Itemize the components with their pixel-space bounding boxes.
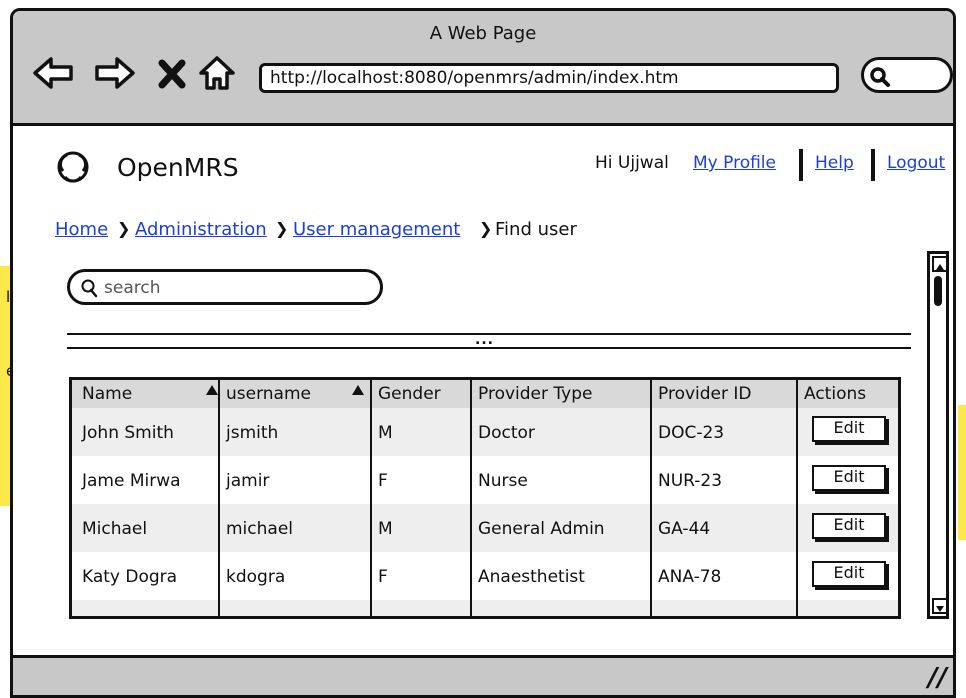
chevron-right-icon: ❯ xyxy=(117,219,131,238)
divider-line xyxy=(67,347,911,349)
table-header-row: Name username Gender Provider Type Provi… xyxy=(72,380,898,408)
splitter-handle[interactable]: ... xyxy=(475,332,494,348)
column-header-provider-id[interactable]: Provider ID xyxy=(658,386,752,403)
column-divider xyxy=(218,380,220,616)
table-row: John Smith jsmith M Doctor DOC-23 Edit xyxy=(72,408,898,456)
column-divider xyxy=(650,380,652,616)
table-row-partial xyxy=(72,600,898,616)
cell-gender: F xyxy=(378,567,388,587)
browser-window: A Web Page http://localhost:8080/openmrs… xyxy=(10,8,956,698)
column-header-gender[interactable]: Gender xyxy=(378,386,441,403)
address-bar[interactable]: http://localhost:8080/openmrs/admin/inde… xyxy=(259,63,839,93)
cell-gender: F xyxy=(378,471,388,491)
cell-provider-id: NUR-23 xyxy=(658,471,723,491)
sort-asc-icon[interactable] xyxy=(352,385,364,395)
column-divider xyxy=(470,380,472,616)
forward-arrow-icon[interactable] xyxy=(93,53,135,93)
window-title: A Web Page xyxy=(429,23,537,44)
cell-username: kdogra xyxy=(226,567,286,587)
breadcrumb-home[interactable]: Home xyxy=(55,219,108,240)
cell-username: jamir xyxy=(226,471,270,491)
scroll-up-button[interactable] xyxy=(932,256,948,272)
help-link[interactable]: Help xyxy=(815,153,854,173)
sort-asc-icon[interactable] xyxy=(206,385,218,395)
user-greeting: Hi Ujjwal xyxy=(595,153,669,173)
vertical-scrollbar[interactable] xyxy=(927,251,949,619)
browser-chrome: A Web Page http://localhost:8080/openmrs… xyxy=(13,11,953,126)
nav-separator xyxy=(799,149,803,181)
cell-name: John Smith xyxy=(82,423,174,443)
cell-provider-type: Anaesthetist xyxy=(478,567,585,587)
column-header-actions: Actions xyxy=(804,384,867,404)
search-icon xyxy=(81,279,98,298)
browser-status-bar: // xyxy=(13,655,953,695)
edit-button[interactable]: Edit xyxy=(812,513,886,539)
cell-provider-type: Nurse xyxy=(478,471,528,491)
openmrs-logo-icon xyxy=(55,149,91,189)
breadcrumb-administration[interactable]: Administration xyxy=(135,219,267,240)
table-row: Michael michael M General Admin GA-44 Ed… xyxy=(72,504,898,552)
browser-search-field[interactable] xyxy=(861,57,953,93)
nav-separator xyxy=(871,149,875,181)
table-row: Katy Dogra kdogra F Anaesthetist ANA-78 … xyxy=(72,552,898,600)
my-profile-link[interactable]: My Profile xyxy=(693,153,776,173)
users-table: Name username Gender Provider Type Provi… xyxy=(69,377,901,619)
back-arrow-icon[interactable] xyxy=(33,53,73,93)
cell-name: Katy Dogra xyxy=(82,567,178,587)
search-icon xyxy=(870,67,890,87)
edit-button[interactable]: Edit xyxy=(812,465,886,491)
cell-provider-type: Doctor xyxy=(478,423,535,443)
column-header-username[interactable]: username xyxy=(226,386,311,403)
cell-username: michael xyxy=(226,519,294,539)
table-row: Jame Mirwa jamir F Nurse NUR-23 Edit xyxy=(72,456,898,504)
edit-button[interactable]: Edit xyxy=(812,416,886,442)
resize-grip-icon[interactable]: // xyxy=(928,663,947,693)
cell-provider-id: GA-44 xyxy=(658,519,711,539)
app-brand-name: OpenMRS xyxy=(117,153,239,182)
sticky-note-right xyxy=(958,405,966,540)
user-search-box[interactable] xyxy=(67,269,383,305)
cell-name: Michael xyxy=(82,519,148,539)
scroll-down-button[interactable] xyxy=(932,598,948,614)
scroll-thumb[interactable] xyxy=(934,276,942,306)
chevron-right-icon: ❯ xyxy=(479,219,493,238)
cell-username: jsmith xyxy=(226,423,279,443)
home-icon[interactable] xyxy=(197,53,237,93)
cell-gender: M xyxy=(378,519,393,539)
column-divider xyxy=(796,380,798,616)
column-header-provider-type[interactable]: Provider Type xyxy=(478,386,592,403)
logout-link[interactable]: Logout xyxy=(887,153,945,173)
cell-provider-id: DOC-23 xyxy=(658,423,725,443)
edit-button[interactable]: Edit xyxy=(812,561,886,587)
breadcrumb-current: Find user xyxy=(495,219,577,240)
cell-provider-id: ANA-78 xyxy=(658,567,722,587)
breadcrumb-user-management[interactable]: User management xyxy=(293,219,460,240)
search-input[interactable] xyxy=(102,276,376,300)
close-icon[interactable] xyxy=(157,53,197,93)
cell-name: Jame Mirwa xyxy=(82,471,181,491)
cell-provider-type: General Admin xyxy=(478,519,605,539)
cell-gender: M xyxy=(378,423,393,443)
column-divider xyxy=(370,380,372,616)
column-header-name[interactable]: Name xyxy=(82,386,132,403)
chevron-right-icon: ❯ xyxy=(275,219,289,238)
